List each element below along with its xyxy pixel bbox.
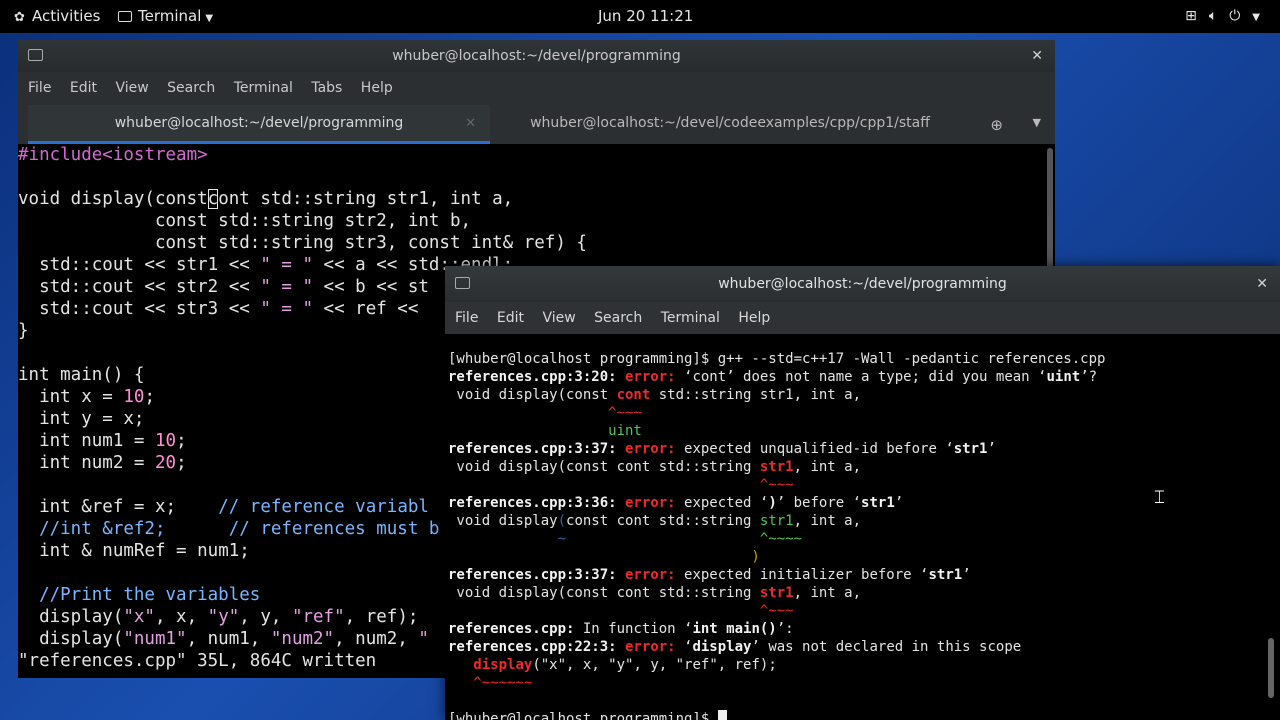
- code-line: std::cout << str3 << " = " << ref <<: [18, 299, 429, 319]
- menu-edit[interactable]: Edit: [497, 302, 524, 334]
- error-line: references.cpp:22:3: error: ‘display’ wa…: [448, 639, 1022, 655]
- close-icon[interactable]: ✕: [1031, 40, 1043, 72]
- code-line: int num1 = 10;: [18, 431, 187, 451]
- network-icon: ⊞: [1185, 8, 1209, 24]
- text-cursor: c: [207, 189, 219, 209]
- code-line: #include<iostream>: [18, 145, 208, 165]
- note-line: references.cpp: In function ‘int main()’…: [448, 621, 794, 637]
- activities-button[interactable]: ✿ Activities: [14, 0, 100, 33]
- vim-status-line: "references.cpp" 35L, 864C written: [18, 651, 377, 671]
- code-line: void display(constcont std::string str1,…: [18, 189, 514, 209]
- menu-help[interactable]: Help: [361, 72, 393, 105]
- source-line: void display(const cont std::string str1…: [448, 387, 862, 403]
- fixit-line: ): [448, 549, 760, 565]
- menu-search[interactable]: Search: [594, 302, 642, 334]
- code-line: std::cout << str2 << " = " << b << st: [18, 277, 429, 297]
- chevron-down-icon[interactable]: ▼: [1033, 116, 1041, 129]
- code-line: int main() {: [18, 365, 145, 385]
- prompt-line[interactable]: [whuber@localhost programming]$: [448, 710, 727, 720]
- menu-edit[interactable]: Edit: [70, 72, 97, 105]
- source-line: void display(const cont std::string str1…: [448, 585, 862, 601]
- code-line: const std::string str3, const int& ref) …: [18, 233, 587, 253]
- terminal-icon: [118, 11, 132, 22]
- code-line: const std::string str2, int b,: [18, 211, 472, 231]
- code-line: display("num1", num1, "num2", num2, ": [18, 629, 429, 649]
- error-line: references.cpp:3:37: error: expected ini…: [448, 567, 971, 583]
- app-menu-label: Terminal: [138, 7, 202, 25]
- window-title: whuber@localhost:~/devel/programming: [392, 48, 681, 64]
- tab-staff[interactable]: whuber@localhost:~/devel/codeexamples/cp…: [490, 105, 970, 144]
- caret-line: ^~~~~~~: [448, 675, 533, 691]
- caret-line: ^~~~: [448, 477, 794, 493]
- volume-icon: 🔈︎: [1208, 8, 1230, 24]
- terminal-icon: [28, 49, 43, 61]
- menu-tabs[interactable]: Tabs: [311, 72, 342, 105]
- menu-bar: File Edit View Search Terminal Tabs Help: [18, 72, 1055, 105]
- tab-bar: whuber@localhost:~/devel/programming ✕ w…: [18, 105, 1055, 144]
- menu-bar: File Edit View Search Terminal Help: [445, 302, 1280, 334]
- menu-terminal[interactable]: Terminal: [661, 302, 720, 334]
- app-menu[interactable]: Terminal ▼: [118, 0, 213, 33]
- tab-label: whuber@localhost:~/devel/programming: [114, 115, 404, 131]
- code-line: int num2 = 20;: [18, 453, 187, 473]
- source-line: void display(const cont std::string str1…: [448, 513, 862, 529]
- code-line: std::cout << str1 << " = " << a << std::…: [18, 255, 514, 275]
- command-line: [whuber@localhost programming]$ g++ --st…: [448, 351, 1106, 367]
- menu-file[interactable]: File: [28, 72, 51, 105]
- activities-label: Activities: [32, 7, 101, 25]
- terminal-icon: [455, 277, 470, 289]
- top-bar: ✿ Activities Terminal ▼ Jun 20 11:21 ⊞🔈︎⏻▼: [0, 0, 1280, 33]
- tab-programming[interactable]: whuber@localhost:~/devel/programming ✕: [28, 105, 490, 144]
- gnome-foot-icon: ✿: [14, 10, 25, 25]
- terminal-cursor: [717, 710, 727, 720]
- close-icon[interactable]: ✕: [465, 105, 476, 142]
- error-line: references.cpp:3:20: error: ‘cont’ does …: [448, 369, 1098, 385]
- caret-line: ~ ^~~~~: [448, 531, 803, 547]
- code-line: display("x", x, "y", y, "ref", ref);: [18, 607, 419, 627]
- chevron-down-icon: ▼: [205, 13, 214, 24]
- code-line: //Print the variables: [18, 585, 261, 605]
- code-line: int x = 10;: [18, 387, 155, 407]
- source-line: void display(const cont std::string str1…: [448, 459, 862, 475]
- chevron-down-icon: ▼: [1252, 12, 1260, 23]
- clock[interactable]: Jun 20 11:21: [598, 0, 693, 33]
- error-line: references.cpp:3:36: error: expected ‘)’…: [448, 495, 904, 511]
- tab-label: whuber@localhost:~/devel/codeexamples/cp…: [530, 115, 930, 131]
- code-line: //int &ref2; // references must b: [18, 519, 440, 539]
- source-line: display("x", x, "y", y, "ref", ref);: [473, 657, 777, 673]
- window-titlebar[interactable]: whuber@localhost:~/devel/programming ✕: [18, 40, 1055, 72]
- scrollbar[interactable]: [1268, 638, 1274, 698]
- menu-terminal[interactable]: Terminal: [234, 72, 293, 105]
- window-title: whuber@localhost:~/devel/programming: [718, 276, 1007, 292]
- code-line: int & numRef = num1;: [18, 541, 250, 561]
- new-tab-icon[interactable]: ⊕: [990, 116, 1003, 134]
- system-tray[interactable]: ⊞🔈︎⏻▼: [1185, 0, 1260, 33]
- code-line: }: [18, 321, 29, 341]
- window-titlebar[interactable]: whuber@localhost:~/devel/programming ✕: [445, 266, 1280, 302]
- caret-line: ^~~~: [448, 405, 642, 421]
- error-line: references.cpp:3:37: error: expected unq…: [448, 441, 996, 457]
- code-line: int y = x;: [18, 409, 145, 429]
- menu-search[interactable]: Search: [167, 72, 215, 105]
- mouse-pointer-icon: ⌶: [1154, 487, 1165, 508]
- fixit-line: uint: [448, 423, 642, 439]
- menu-file[interactable]: File: [455, 302, 478, 334]
- close-icon[interactable]: ✕: [1256, 266, 1268, 302]
- code-line: int &ref = x; // reference variabl: [18, 497, 429, 517]
- power-icon: ⏻: [1229, 8, 1253, 24]
- terminal-output[interactable]: [whuber@localhost programming]$ g++ --st…: [445, 350, 1267, 720]
- menu-help[interactable]: Help: [738, 302, 770, 334]
- caret-line: ^~~~: [448, 603, 794, 619]
- menu-view[interactable]: View: [115, 72, 148, 105]
- menu-view[interactable]: View: [542, 302, 575, 334]
